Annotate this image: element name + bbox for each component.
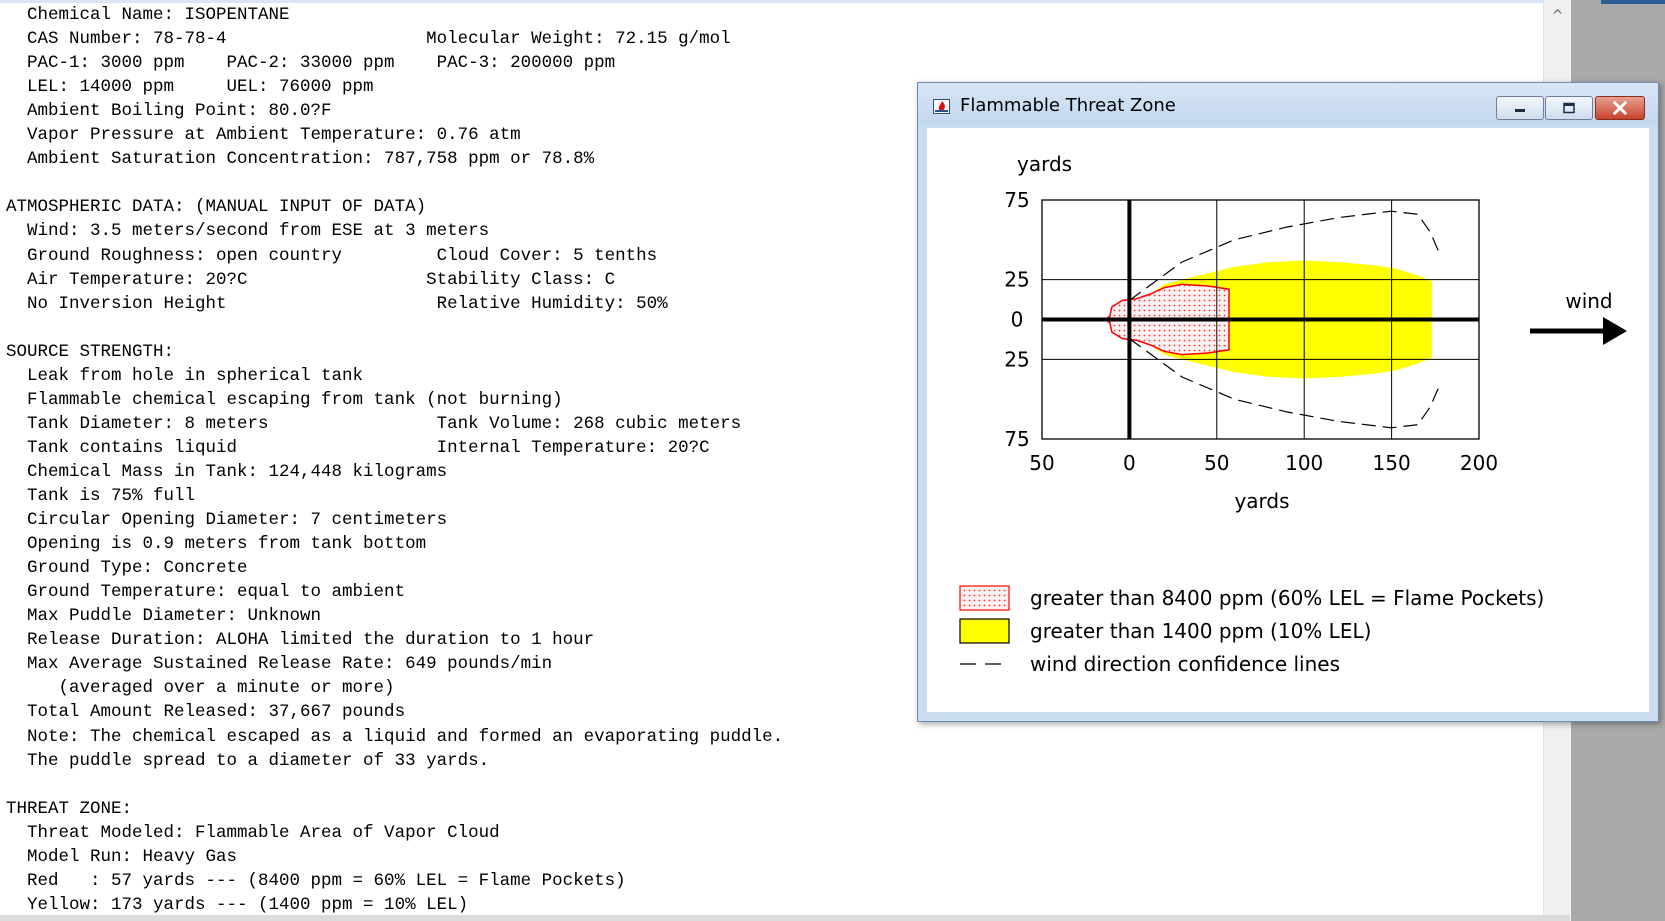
report-line: Ambient Saturation Concentration: 787,75… — [6, 149, 595, 170]
report-line: Ground Type: Concrete — [6, 558, 248, 579]
x-tick-label: 0 — [1123, 451, 1136, 475]
report-line: LEL: 14000 ppm UEL: 76000 ppm — [6, 77, 374, 98]
window-title: Flammable Threat Zone — [960, 95, 1176, 116]
report-line: Max Puddle Diameter: Unknown — [6, 606, 322, 627]
report-line: THREAT ZONE: — [6, 798, 133, 819]
chevron-up-icon: ^ — [1551, 8, 1564, 24]
x-tick-label: 50 — [1204, 451, 1229, 475]
maximize-icon — [1563, 102, 1575, 114]
report-line: Ambient Boiling Point: 80.0?F — [6, 101, 332, 122]
scroll-up-button[interactable]: ^ — [1544, 0, 1571, 32]
threat-zone-plot-area: yards yards wind 50 0 50 100 150 200 75 25 0 25 75… — [927, 128, 1649, 712]
report-line: Total Amount Released: 37,667 pounds — [6, 702, 406, 723]
report-line: ATMOSPHERIC DATA: (MANUAL INPUT OF DATA) — [6, 197, 427, 218]
legend-label: greater than 8400 ppm (60% LEL = Flame P… — [1030, 586, 1544, 610]
report-line: Chemical Mass in Tank: 124,448 kilograms — [6, 461, 448, 482]
report-line: Tank Diameter: 8 meters Tank Volume: 268… — [6, 413, 742, 434]
report-line: Leak from hole in spherical tank — [6, 365, 364, 386]
x-tick-label: 100 — [1285, 451, 1323, 475]
report-line: Threat Modeled: Flammable Area of Vapor … — [6, 822, 500, 843]
report-line: Model Run: Heavy Gas — [6, 846, 238, 867]
background-window-titlebar — [1601, 0, 1665, 4]
threat-zone-app-icon — [933, 99, 950, 114]
wind-label: wind — [1565, 289, 1612, 313]
threat-zone-chart: yards yards wind 50 0 50 100 150 200 75 25 0 25 75… — [959, 152, 1627, 676]
report-line: Ground Roughness: open country Cloud Cov… — [6, 245, 658, 266]
legend-swatch-yellow — [959, 618, 1010, 644]
report-line: Flammable chemical escaping from tank (n… — [6, 389, 563, 410]
threat-zone-window[interactable]: Flammable Threat Zone yards yards wind 5… — [917, 82, 1659, 722]
y-tick-label: 0 — [1011, 308, 1024, 332]
report-line: Chemical Name: ISOPENTANE — [6, 5, 290, 25]
legend-swatch-red — [959, 585, 1010, 611]
report-line: The puddle spread to a diameter of 33 ya… — [6, 750, 490, 771]
x-tick-label: 200 — [1460, 451, 1498, 475]
x-tick-label: 50 — [1029, 451, 1054, 475]
report-line: No Inversion Height Relative Humidity: 5… — [6, 293, 668, 314]
report-line: Circular Opening Diameter: 7 centimeters — [6, 510, 448, 531]
window-titlebar[interactable]: Flammable Threat Zone — [918, 83, 1658, 125]
report-line: PAC-1: 3000 ppm PAC-2: 33000 ppm PAC-3: … — [6, 53, 616, 74]
y-tick-label: 25 — [1004, 268, 1029, 292]
report-line: Tank contains liquid Internal Temperatur… — [6, 437, 710, 458]
y-tick-label: 75 — [1004, 427, 1029, 451]
report-line: Red : 57 yards --- (8400 ppm = 60% LEL =… — [6, 870, 626, 891]
report-line: Note: The chemical escaped as a liquid a… — [6, 726, 784, 747]
top-edge — [0, 0, 1543, 3]
x-axis-label: yards — [1234, 489, 1289, 513]
report-line: Release Duration: ALOHA limited the dura… — [6, 630, 595, 651]
y-tick-label: 25 — [1004, 347, 1029, 371]
legend-label: wind direction confidence lines — [1030, 652, 1340, 676]
minimize-icon — [1515, 109, 1525, 112]
close-icon — [1612, 101, 1628, 115]
report-line: Wind: 3.5 meters/second from ESE at 3 me… — [6, 221, 490, 242]
close-button[interactable] — [1595, 96, 1645, 120]
report-line: Ground Temperature: equal to ambient — [6, 582, 406, 603]
y-axis-label: yards — [1017, 152, 1072, 176]
report-line: Yellow: 173 yards --- (1400 ppm = 10% LE… — [6, 894, 469, 915]
report-line: Vapor Pressure at Ambient Temperature: 0… — [6, 125, 521, 146]
report-line: SOURCE STRENGTH: — [6, 341, 175, 362]
maximize-button[interactable] — [1545, 96, 1593, 120]
x-tick-label: 150 — [1373, 451, 1411, 475]
report-line: (averaged over a minute or more) — [6, 678, 395, 699]
y-tick-label: 75 — [1004, 188, 1029, 212]
report-line: CAS Number: 78-78-4 Molecular Weight: 72… — [6, 29, 731, 50]
report-line: Air Temperature: 20?C Stability Class: C — [6, 269, 616, 290]
legend-label: greater than 1400 ppm (10% LEL) — [1030, 619, 1371, 643]
report-line: Tank is 75% full — [6, 486, 196, 506]
report-line: Opening is 0.9 meters from tank bottom — [6, 534, 427, 555]
wind-arrow — [1530, 317, 1627, 345]
report-line: Max Average Sustained Release Rate: 649 … — [6, 654, 553, 675]
horizontal-scrollbar[interactable] — [0, 915, 1570, 921]
minimize-button[interactable] — [1496, 96, 1544, 120]
